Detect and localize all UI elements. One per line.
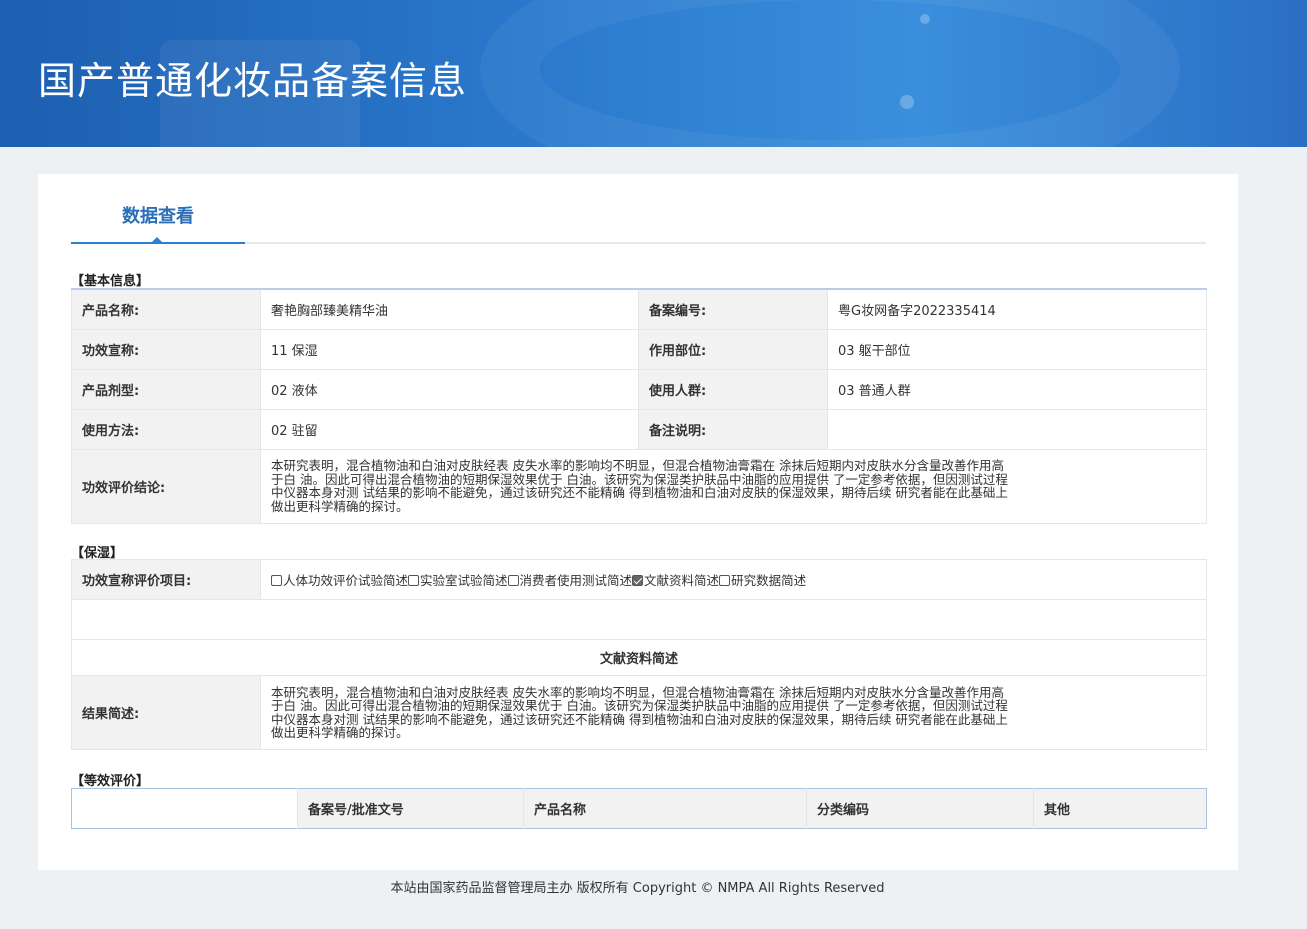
conclusion-text: 本研究表明，混合植物油和白油对皮肤经表 皮失水率的影响均不明显，但混合植物油膏霜… bbox=[271, 458, 1008, 514]
result-label: 结果简述: bbox=[71, 675, 261, 750]
site-value: 03 躯干部位 bbox=[827, 328, 1207, 370]
site-label: 作用部位: bbox=[638, 328, 828, 370]
table-row: 功效宣称: 11 保湿 作用部位: 03 躯干部位 bbox=[71, 328, 1207, 370]
efficacy-label: 功效宣称: bbox=[71, 328, 261, 370]
usage-value: 02 驻留 bbox=[260, 408, 639, 450]
option-research-data[interactable]: 研究数据简述 bbox=[719, 573, 806, 588]
column-header: 分类编码 bbox=[806, 788, 1034, 829]
population-value: 03 普通人群 bbox=[827, 368, 1207, 410]
usage-label: 使用方法: bbox=[71, 408, 261, 450]
product-name-label: 产品名称: bbox=[71, 288, 261, 330]
tab-active-indicator bbox=[151, 237, 163, 243]
table-row: 产品名称: 奢艳胸部臻美精华油 备案编号: 粤G妆网备字2022335414 bbox=[71, 288, 1207, 330]
checkbox[interactable] bbox=[507, 575, 519, 586]
table-row: 结果简述: 本研究表明，混合植物油和白油对皮肤经表 皮失水率的影响均不明显，但混… bbox=[71, 675, 1207, 750]
option-label: 消费者使用测试简述 bbox=[519, 573, 633, 588]
option-literature[interactable]: 文献资料简述 bbox=[632, 573, 719, 588]
banner-decoration bbox=[920, 14, 930, 24]
literature-subtitle: 文献资料简述 bbox=[71, 639, 1207, 676]
column-header: 其他 bbox=[1033, 788, 1207, 829]
eval-items-options: 人体功效评价试验简述 实验室试验简述 消费者使用测试简述 文献资料简述 研究数据简述 bbox=[260, 559, 1207, 600]
conclusion-label: 功效评价结论: bbox=[71, 448, 261, 524]
equivalent-table: 备案号/批准文号 产品名称 分类编码 其他 bbox=[71, 788, 1207, 829]
conclusion-cell: 本研究表明，混合植物油和白油对皮肤经表 皮失水率的影响均不明显，但混合植物油膏霜… bbox=[260, 448, 1207, 524]
banner-decoration bbox=[900, 95, 914, 109]
column-header bbox=[72, 789, 298, 829]
eval-items-label: 功效宣称评价项目: bbox=[71, 559, 261, 600]
option-label: 实验室试验简述 bbox=[420, 573, 508, 588]
remark-value bbox=[827, 408, 1207, 450]
result-text: 本研究表明，混合植物油和白油对皮肤经表 皮失水率的影响均不明显，但混合植物油膏霜… bbox=[271, 684, 1008, 740]
option-label: 文献资料简述 bbox=[644, 573, 720, 588]
footer-copyright: 本站由国家药品监督管理局主办 版权所有 Copyright © NMPA All… bbox=[390, 881, 885, 896]
tab-label: 数据查看 bbox=[122, 206, 194, 227]
banner-decoration bbox=[480, 0, 1180, 147]
basic-info-table: 产品名称: 奢艳胸部臻美精华油 备案编号: 粤G妆网备字2022335414 功… bbox=[71, 288, 1207, 524]
option-label: 研究数据简述 bbox=[731, 573, 807, 588]
moist-table: 功效宣称评价项目: 人体功效评价试验简述 实验室试验简述 消费者使用测试简述 文献资料… bbox=[71, 559, 1207, 750]
form-value: 02 液体 bbox=[260, 368, 639, 410]
page-title: 国产普通化妆品备案信息 bbox=[38, 59, 468, 103]
tab-data-view[interactable]: 数据查看 bbox=[71, 200, 245, 244]
form-label: 产品剂型: bbox=[71, 368, 261, 410]
record-no-label: 备案编号: bbox=[638, 288, 828, 330]
table-row: 功效评价结论: 本研究表明，混合植物油和白油对皮肤经表 皮失水率的影响均不明显，… bbox=[71, 448, 1207, 524]
option-lab-test[interactable]: 实验室试验简述 bbox=[408, 573, 508, 588]
checkbox[interactable] bbox=[408, 575, 420, 586]
column-header: 产品名称 bbox=[523, 788, 807, 829]
table-row: 产品剂型: 02 液体 使用人群: 03 普通人群 bbox=[71, 368, 1207, 410]
option-consumer-test[interactable]: 消费者使用测试简述 bbox=[507, 573, 633, 588]
table-row: 使用方法: 02 驻留 备注说明: bbox=[71, 408, 1207, 450]
content-card: 数据查看 【基本信息】 产品名称: 奢艳胸部臻美精华油 备案编号: 粤G妆网备字… bbox=[38, 174, 1238, 870]
option-human-test[interactable]: 人体功效评价试验简述 bbox=[271, 573, 408, 588]
section-title-basic: 【基本信息】 bbox=[71, 274, 150, 289]
tab-bar: 数据查看 bbox=[71, 174, 1206, 244]
population-label: 使用人群: bbox=[638, 368, 828, 410]
table-header-row: 备案号/批准文号 产品名称 分类编码 其他 bbox=[72, 788, 1207, 829]
checkbox-checked[interactable] bbox=[632, 575, 644, 586]
table-row bbox=[71, 599, 1207, 640]
table-row: 功效宣称评价项目: 人体功效评价试验简述 实验室试验简述 消费者使用测试简述 文献资料… bbox=[71, 559, 1207, 600]
column-header: 备案号/批准文号 bbox=[297, 788, 524, 829]
option-label: 人体功效评价试验简述 bbox=[283, 573, 409, 588]
record-no-value: 粤G妆网备字2022335414 bbox=[827, 288, 1207, 330]
section-title-equivalent: 【等效评价】 bbox=[71, 774, 150, 789]
remark-label: 备注说明: bbox=[638, 408, 828, 450]
efficacy-value: 11 保湿 bbox=[260, 328, 639, 370]
checkbox[interactable] bbox=[271, 575, 282, 586]
checkbox[interactable] bbox=[719, 575, 731, 586]
header-banner: 国产普通化妆品备案信息 bbox=[0, 0, 1307, 147]
empty-row bbox=[71, 599, 1207, 640]
product-name-value: 奢艳胸部臻美精华油 bbox=[260, 288, 639, 330]
table-row: 文献资料简述 bbox=[71, 639, 1207, 676]
result-cell: 本研究表明，混合植物油和白油对皮肤经表 皮失水率的影响均不明显，但混合植物油膏霜… bbox=[260, 675, 1207, 750]
